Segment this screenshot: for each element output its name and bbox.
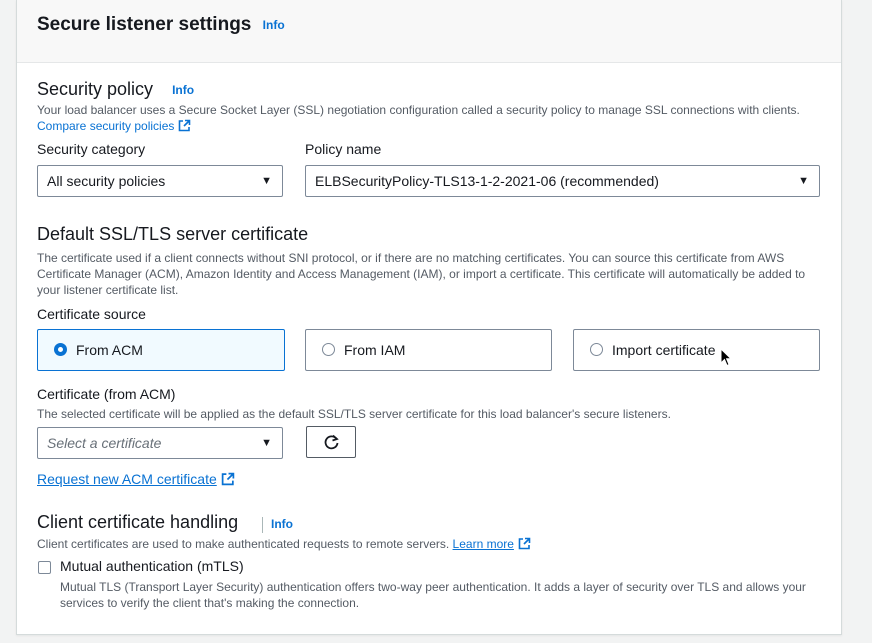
certificate-placeholder: Select a certificate bbox=[47, 435, 162, 451]
certificate-select[interactable]: Select a certificate ▼ bbox=[37, 427, 283, 459]
panel-header: Secure listener settings Info bbox=[17, 0, 841, 63]
source-option-iam[interactable]: From IAM bbox=[305, 329, 552, 371]
caret-down-icon: ▼ bbox=[261, 175, 272, 187]
compare-policies-link[interactable]: Compare security policies bbox=[37, 119, 191, 133]
panel-info-link[interactable]: Info bbox=[263, 18, 285, 32]
client-cert-description: Client certificates are used to make aut… bbox=[37, 536, 531, 552]
client-cert-info-link[interactable]: Info bbox=[271, 517, 293, 531]
refresh-button[interactable] bbox=[306, 426, 356, 458]
external-link-icon bbox=[518, 537, 531, 550]
client-cert-description-text: Client certificates are used to make aut… bbox=[37, 537, 450, 551]
radio-import[interactable] bbox=[590, 343, 603, 356]
source-option-acm-label: From ACM bbox=[76, 342, 143, 358]
caret-down-icon: ▼ bbox=[798, 175, 809, 187]
cursor-icon bbox=[720, 348, 732, 367]
certificate-label: Certificate (from ACM) bbox=[37, 386, 176, 402]
external-link-icon bbox=[179, 119, 191, 132]
secure-listener-panel: Secure listener settings Info Security p… bbox=[16, 0, 842, 635]
default-cert-heading: Default SSL/TLS server certificate bbox=[37, 224, 309, 244]
security-category-value: All security policies bbox=[47, 173, 166, 189]
external-link-icon bbox=[221, 472, 234, 486]
policy-name-label: Policy name bbox=[305, 141, 382, 157]
certificate-description: The selected certificate will be applied… bbox=[37, 407, 671, 421]
security-policy-heading: Security policy Info bbox=[37, 79, 194, 100]
compare-policies-link-text: Compare security policies bbox=[37, 119, 175, 133]
security-policy-title: Security policy bbox=[37, 79, 154, 99]
refresh-icon bbox=[324, 434, 339, 450]
request-acm-certificate-text: Request new ACM certificate bbox=[37, 471, 217, 487]
mtls-checkbox[interactable] bbox=[38, 561, 51, 574]
certificate-source-label: Certificate source bbox=[37, 306, 146, 322]
learn-more-link[interactable]: Learn more bbox=[453, 537, 531, 551]
panel-title: Secure listener settings Info bbox=[37, 14, 285, 36]
caret-down-icon: ▼ bbox=[261, 437, 272, 449]
mtls-description: Mutual TLS (Transport Layer Security) au… bbox=[60, 580, 806, 610]
policy-name-select[interactable]: ELBSecurityPolicy-TLS13-1-2-2021-06 (rec… bbox=[305, 165, 820, 197]
radio-iam[interactable] bbox=[322, 343, 335, 356]
policy-name-value: ELBSecurityPolicy-TLS13-1-2-2021-06 (rec… bbox=[315, 173, 659, 189]
mtls-label[interactable]: Mutual authentication (mTLS) bbox=[60, 558, 244, 574]
security-policy-description-text: Your load balancer uses a Secure Socket … bbox=[37, 103, 800, 117]
source-option-import[interactable]: Import certificate bbox=[573, 329, 820, 371]
security-category-select[interactable]: All security policies ▼ bbox=[37, 165, 283, 197]
security-category-label: Security category bbox=[37, 141, 146, 157]
default-cert-description: The certificate used if a client connect… bbox=[37, 251, 806, 297]
request-acm-certificate-link[interactable]: Request new ACM certificate bbox=[37, 471, 235, 487]
client-cert-heading: Client certificate handling bbox=[37, 512, 238, 533]
client-cert-title: Client certificate handling bbox=[37, 512, 239, 532]
panel-title-text: Secure listener settings bbox=[37, 14, 252, 35]
source-option-import-label: Import certificate bbox=[612, 342, 716, 358]
radio-acm[interactable] bbox=[54, 343, 67, 356]
security-policy-description: Your load balancer uses a Secure Socket … bbox=[37, 102, 827, 134]
learn-more-text: Learn more bbox=[452, 537, 514, 551]
security-policy-info-link[interactable]: Info bbox=[172, 83, 194, 97]
source-option-acm[interactable]: From ACM bbox=[37, 329, 285, 371]
heading-divider bbox=[262, 517, 263, 533]
source-option-iam-label: From IAM bbox=[344, 342, 406, 358]
